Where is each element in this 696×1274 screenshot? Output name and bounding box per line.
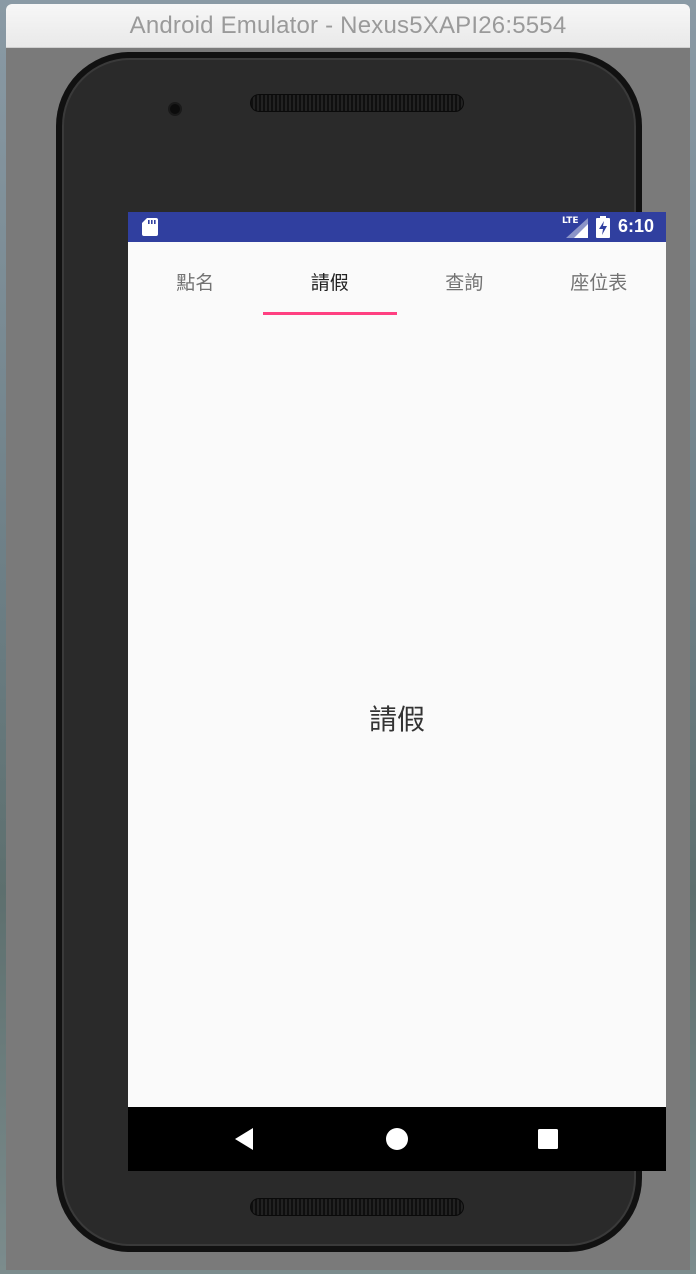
bottom-speaker-grille — [250, 1198, 464, 1216]
top-speaker-grille — [250, 94, 464, 112]
sd-card-icon — [142, 218, 158, 236]
emulator-window: Android Emulator - Nexus5XAPI26:5554 LTE — [6, 4, 690, 1270]
recents-icon[interactable] — [532, 1123, 564, 1155]
window-title: Android Emulator - Nexus5XAPI26:5554 — [129, 12, 567, 39]
navigation-bar — [128, 1107, 666, 1171]
content-label: 請假 — [368, 703, 425, 736]
tab-query[interactable]: 查詢 — [397, 242, 532, 316]
tab-leave[interactable]: 請假 — [263, 242, 398, 316]
status-time: 6:10 — [618, 216, 655, 236]
tab-content: 請假 — [128, 316, 666, 1106]
home-icon[interactable] — [381, 1123, 413, 1155]
device-screen: LTE 6:10 點名 請假 查詢 座位表 請假 — [128, 212, 666, 1171]
phone-frame: LTE 6:10 點名 請假 查詢 座位表 請假 — [56, 52, 666, 1252]
tab-seating-chart[interactable]: 座位表 — [532, 242, 667, 316]
active-tab-indicator — [262, 312, 397, 315]
back-icon[interactable] — [229, 1123, 261, 1155]
status-bar: LTE 6:10 — [128, 212, 666, 242]
front-camera-icon — [168, 102, 182, 116]
tab-roll-call[interactable]: 點名 — [128, 242, 263, 316]
tab-bar: 點名 請假 查詢 座位表 — [128, 242, 666, 316]
window-titlebar[interactable]: Android Emulator - Nexus5XAPI26:5554 — [6, 4, 690, 48]
signal-strength-icon — [566, 218, 588, 238]
battery-charging-icon — [596, 216, 610, 238]
